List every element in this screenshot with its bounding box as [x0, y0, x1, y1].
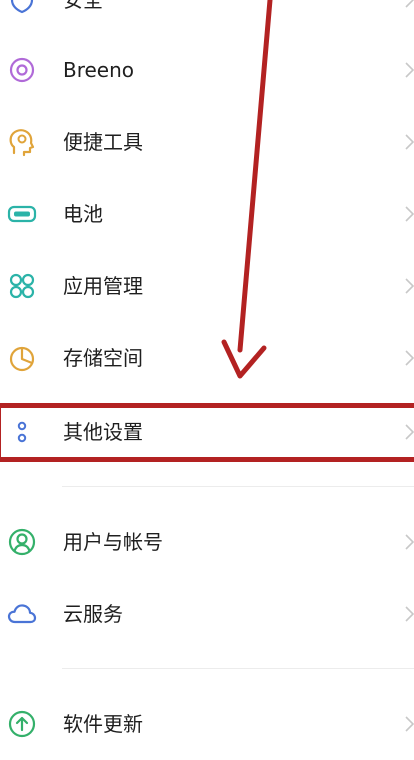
settings-list: 安全 Breeno 便捷工具 电池 应用管理 存储空间 其他设置 用户与帐号 云… — [0, 0, 414, 738]
cloud-icon — [6, 598, 38, 630]
chevron-right-icon — [404, 604, 414, 624]
settings-item-label: 应用管理 — [63, 274, 143, 298]
chevron-right-icon — [404, 60, 414, 80]
settings-item-label: Breeno — [63, 58, 135, 82]
chevron-right-icon — [404, 276, 414, 296]
settings-item-convenience-tools[interactable]: 便捷工具 — [0, 106, 414, 178]
shield-icon — [6, 0, 38, 16]
chevron-right-icon — [404, 714, 414, 734]
battery-icon — [6, 198, 38, 230]
app-grid-icon — [6, 270, 38, 302]
settings-item-label: 云服务 — [63, 602, 123, 626]
chevron-right-icon — [404, 0, 414, 10]
settings-item-battery[interactable]: 电池 — [0, 178, 414, 250]
breeno-icon — [6, 54, 38, 86]
settings-item-other-settings[interactable]: 其他设置 — [0, 396, 414, 468]
chevron-right-icon — [404, 532, 414, 552]
convenience-tools-icon — [6, 126, 38, 158]
more-dots-icon — [6, 416, 38, 448]
settings-item-software-update[interactable]: 软件更新 — [0, 688, 414, 760]
settings-item-label: 软件更新 — [63, 712, 143, 736]
section-divider — [62, 486, 414, 487]
chevron-right-icon — [404, 348, 414, 368]
settings-item-storage[interactable]: 存储空间 — [0, 322, 414, 394]
settings-item-user-accounts[interactable]: 用户与帐号 — [0, 506, 414, 578]
settings-item-label: 其他设置 — [63, 420, 143, 444]
chevron-right-icon — [404, 422, 414, 442]
settings-item-label: 用户与帐号 — [63, 530, 163, 554]
settings-item-label: 安全 — [63, 0, 103, 12]
settings-item-app-management[interactable]: 应用管理 — [0, 250, 414, 322]
settings-item-label: 电池 — [63, 202, 103, 226]
chevron-right-icon — [404, 204, 414, 224]
settings-item-label: 存储空间 — [63, 346, 143, 370]
section-divider — [62, 668, 414, 669]
settings-item-breeno[interactable]: Breeno — [0, 34, 414, 106]
settings-item-security[interactable]: 安全 — [0, 0, 414, 36]
chevron-right-icon — [404, 132, 414, 152]
user-icon — [6, 526, 38, 558]
update-icon — [6, 708, 38, 740]
settings-item-label: 便捷工具 — [63, 130, 143, 154]
storage-pie-icon — [6, 342, 38, 374]
settings-item-cloud-service[interactable]: 云服务 — [0, 578, 414, 650]
